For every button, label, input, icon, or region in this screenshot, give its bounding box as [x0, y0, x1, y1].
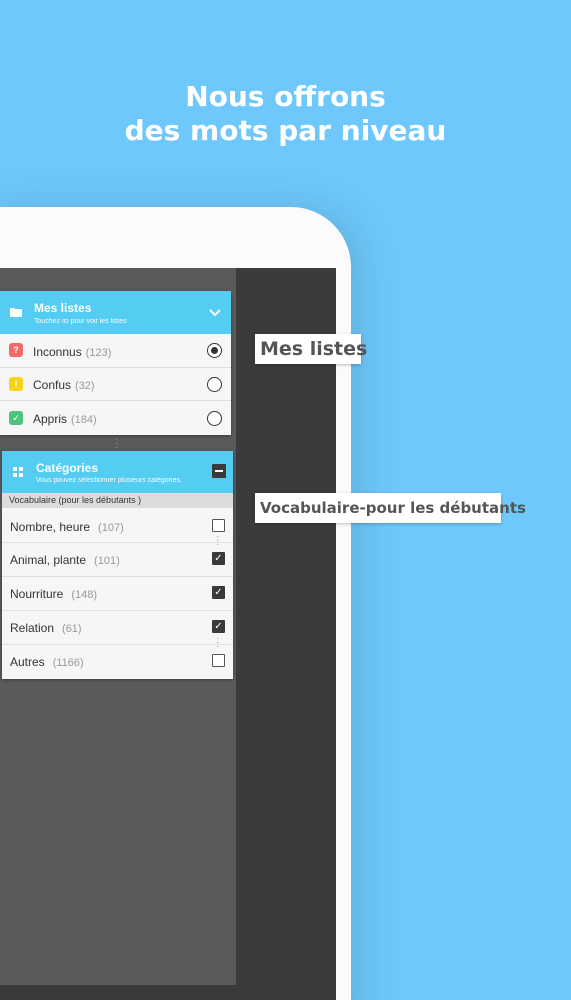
more-icon: · · ·	[216, 633, 220, 652]
category-count: (148)	[71, 589, 98, 601]
list-item-confus[interactable]: ! Confus (32)	[0, 368, 231, 401]
list-item-count: (184)	[71, 414, 97, 426]
check-badge-icon: ✓	[9, 411, 23, 425]
categories-title: Catégories	[36, 461, 99, 475]
categories-subtitle: Vous pouvez sélectionner plusieurs catég…	[36, 477, 182, 484]
list-item-label: Appris	[33, 412, 68, 426]
category-item-nourriture[interactable]: Nourriture (148) ✓	[2, 577, 233, 611]
promo-headline: Nous offrons des mots par niveau	[0, 80, 571, 148]
category-label: Relation	[10, 621, 55, 635]
folder-icon	[10, 308, 22, 317]
chevron-down-icon[interactable]	[209, 309, 221, 317]
category-checkbox[interactable]: ✓	[212, 586, 225, 599]
more-icon: · · ·	[216, 531, 220, 550]
list-item-label: Inconnus	[33, 345, 82, 359]
headline-line-1: Nous offrons	[185, 80, 386, 113]
warning-badge-icon: !	[9, 377, 23, 391]
category-label: Nombre, heure	[10, 520, 91, 534]
grid-icon	[13, 467, 23, 477]
callout-mes-listes: Mes listes	[255, 334, 367, 364]
list-item-count: (32)	[75, 380, 95, 392]
category-checkbox[interactable]	[212, 654, 225, 667]
category-checkbox[interactable]: ✓	[212, 620, 225, 633]
category-label: Animal, plante	[10, 553, 87, 567]
category-item-autres[interactable]: Autres (1166)	[2, 645, 233, 679]
list-item-inconnus[interactable]: ? Inconnus (123)	[0, 334, 231, 368]
radio-confus[interactable]	[207, 377, 222, 392]
headline-line-2: des mots par niveau	[124, 114, 447, 147]
select-all-minus-icon[interactable]	[212, 464, 226, 478]
lists-subtitle: Touchez ici pour voir les listes	[34, 318, 127, 325]
categories-header[interactable]: Catégories Vous pouvez sélectionner plus…	[2, 451, 233, 493]
lists-title: Mes listes	[34, 301, 92, 315]
category-checkbox[interactable]: ✓	[212, 552, 225, 565]
lists-header[interactable]: Mes listes Touchez ici pour voir les lis…	[0, 291, 231, 334]
category-count: (1166)	[52, 657, 84, 669]
unknown-badge-icon: ?	[9, 343, 23, 357]
section-header: Vocabulaire (pour les débutants )	[2, 493, 233, 508]
list-item-count: (123)	[85, 347, 112, 359]
category-count: (61)	[62, 623, 82, 635]
category-item-nombre-heure[interactable]: Nombre, heure (107)	[2, 508, 233, 543]
category-item-relation[interactable]: Relation (61) ✓	[2, 611, 233, 645]
category-count: (107)	[98, 522, 124, 534]
radio-inconnus[interactable]	[207, 343, 222, 358]
list-item-label: Confus	[33, 378, 72, 392]
drag-handle-icon[interactable]: · · ·	[115, 435, 118, 453]
category-label: Autres	[10, 655, 45, 669]
category-label: Nourriture	[10, 587, 64, 601]
callout-vocabulaire: Vocabulaire-pour les débutants	[255, 493, 526, 523]
category-item-animal-plante[interactable]: Animal, plante (101) ✓	[2, 543, 233, 577]
radio-appris[interactable]	[207, 411, 222, 426]
list-item-appris[interactable]: ✓ Appris (184)	[0, 401, 231, 435]
category-count: (101)	[94, 555, 120, 567]
categories-card: Catégories Vous pouvez sélectionner plus…	[2, 451, 233, 679]
lists-card: Mes listes Touchez ici pour voir les lis…	[0, 291, 231, 435]
